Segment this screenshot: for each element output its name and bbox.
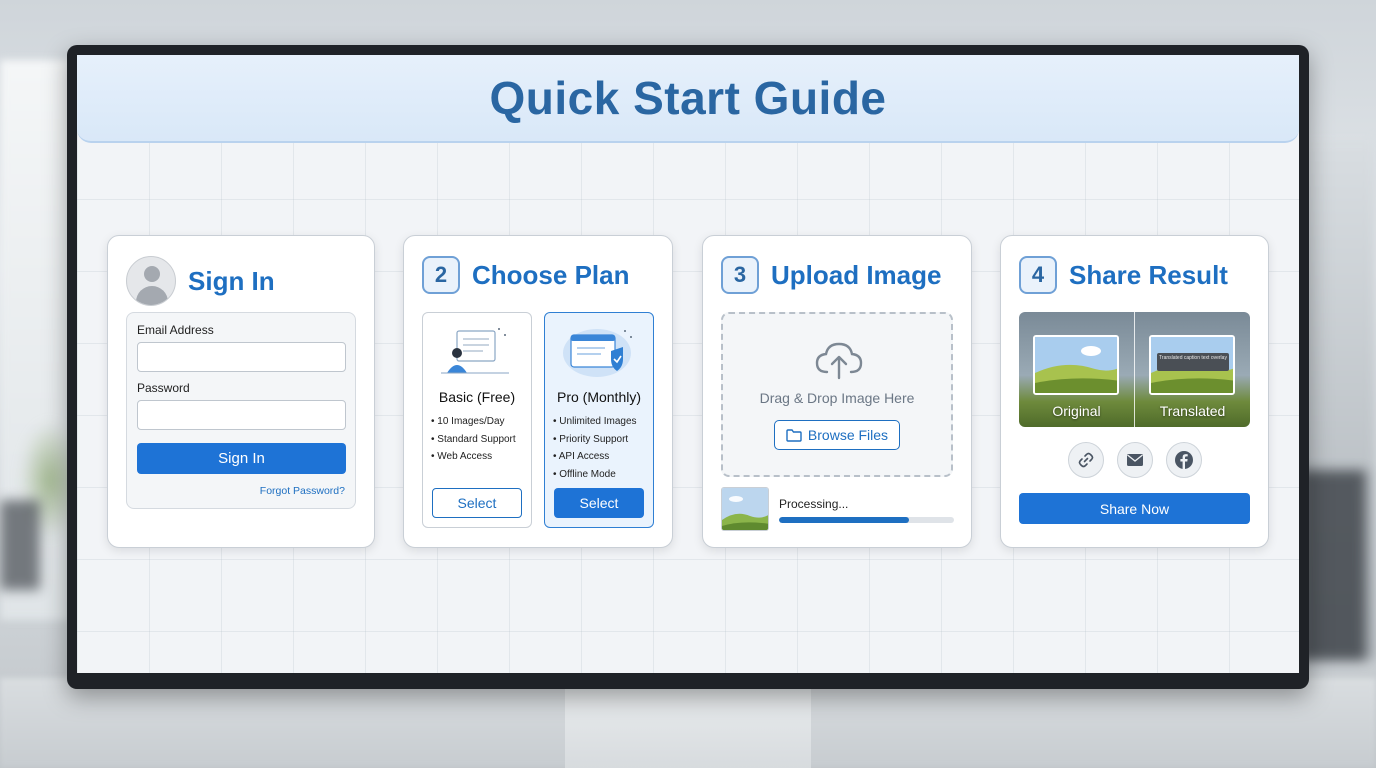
progress-fill: [779, 517, 909, 523]
card-title: Upload Image: [771, 259, 942, 290]
page-title: Quick Start Guide: [489, 72, 887, 124]
plan-features: Unlimited Images Priority Support API Ac…: [553, 413, 637, 483]
password-label: Password: [137, 381, 190, 395]
drop-zone[interactable]: Drag & Drop Image Here Browse Files: [721, 312, 953, 477]
link-icon: [1078, 452, 1094, 468]
plan-pro[interactable]: Pro (Monthly) Unlimited Images Priority …: [544, 312, 654, 528]
copy-link-button[interactable]: [1068, 442, 1104, 478]
plan-basic[interactable]: Basic (Free) 10 Images/Day Standard Supp…: [422, 312, 532, 528]
step-number-badge: 2: [422, 256, 460, 294]
plan-name: Basic (Free): [438, 389, 516, 405]
translated-caption-overlay: Translated caption text overlay: [1157, 353, 1229, 371]
monitor-stand: [565, 686, 811, 768]
email-field[interactable]: [137, 342, 346, 372]
card-sign-in: Sign In Email Address Password Sign In F…: [107, 235, 375, 548]
facebook-icon: [1175, 451, 1193, 469]
feature-item: Unlimited Images: [553, 413, 636, 431]
browse-files-button[interactable]: Browse Files: [774, 420, 900, 450]
feature-item: 10 Images/Day: [431, 413, 516, 431]
feature-item: Priority Support: [553, 431, 637, 449]
basic-plan-illustration-icon: [441, 328, 509, 374]
card-title-row: 3 Upload Image: [721, 256, 941, 294]
share-now-button[interactable]: Share Now: [1019, 493, 1250, 524]
feature-item: Standard Support: [431, 431, 515, 449]
card-title: Share Result: [1069, 259, 1228, 290]
before-after-comparison: Translated caption text overlay Original…: [1019, 312, 1250, 427]
progress-bar: [779, 517, 954, 523]
original-image: [1033, 335, 1119, 395]
email-share-button[interactable]: [1117, 442, 1153, 478]
translated-image: Translated caption text overlay: [1149, 335, 1235, 395]
uploaded-image-thumbnail: [721, 487, 769, 531]
plan-name: Pro (Monthly): [556, 389, 642, 405]
card-title: Choose Plan: [472, 259, 630, 290]
email-label: Email Address: [137, 323, 214, 337]
processing-status: Processing...: [779, 497, 849, 511]
folder-icon: [786, 428, 802, 442]
plan-features: 10 Images/Day Standard Support Web Acces…: [431, 413, 516, 466]
sign-in-form: Email Address Password Sign In Forgot Pa…: [126, 312, 356, 509]
card-upload-image: 3 Upload Image Drag & Drop Image Here Br…: [702, 235, 972, 548]
password-field[interactable]: [137, 400, 346, 430]
pro-plan-illustration-icon: [563, 329, 632, 377]
card-title-row: Sign In: [126, 256, 275, 306]
feature-item: Web Access: [431, 448, 516, 466]
cloud-upload-icon: [815, 342, 863, 380]
header-banner: Quick Start Guide: [77, 55, 1299, 143]
card-title-row: 4 Share Result: [1019, 256, 1228, 294]
drop-zone-text: Drag & Drop Image Here: [759, 390, 915, 406]
translated-label: Translated: [1159, 403, 1226, 419]
card-share-result: 4 Share Result Translated caption text o…: [1000, 235, 1269, 548]
browse-files-label: Browse Files: [807, 427, 889, 443]
feature-item: API Access: [553, 448, 637, 466]
card-title: Sign In: [188, 265, 275, 296]
screen: Quick Start Guide Sign In Email Address …: [77, 55, 1299, 673]
sign-in-button[interactable]: Sign In: [137, 443, 346, 474]
card-title-row: 2 Choose Plan: [422, 256, 629, 294]
select-pro-button[interactable]: Select: [554, 488, 644, 518]
facebook-share-button[interactable]: [1166, 442, 1202, 478]
feature-item: Offline Mode: [553, 466, 637, 484]
step-number-badge: 3: [721, 256, 759, 294]
monitor: Quick Start Guide Sign In Email Address …: [67, 45, 1309, 689]
select-basic-button[interactable]: Select: [432, 488, 522, 518]
original-label: Original: [1052, 403, 1101, 419]
user-avatar-icon: [126, 256, 176, 306]
forgot-password-link[interactable]: Forgot Password?: [260, 485, 345, 497]
step-number-badge: 4: [1019, 256, 1057, 294]
card-choose-plan: 2 Choose Plan Basic (Free) 10 Images/Day: [403, 235, 673, 548]
mail-icon: [1127, 454, 1143, 466]
